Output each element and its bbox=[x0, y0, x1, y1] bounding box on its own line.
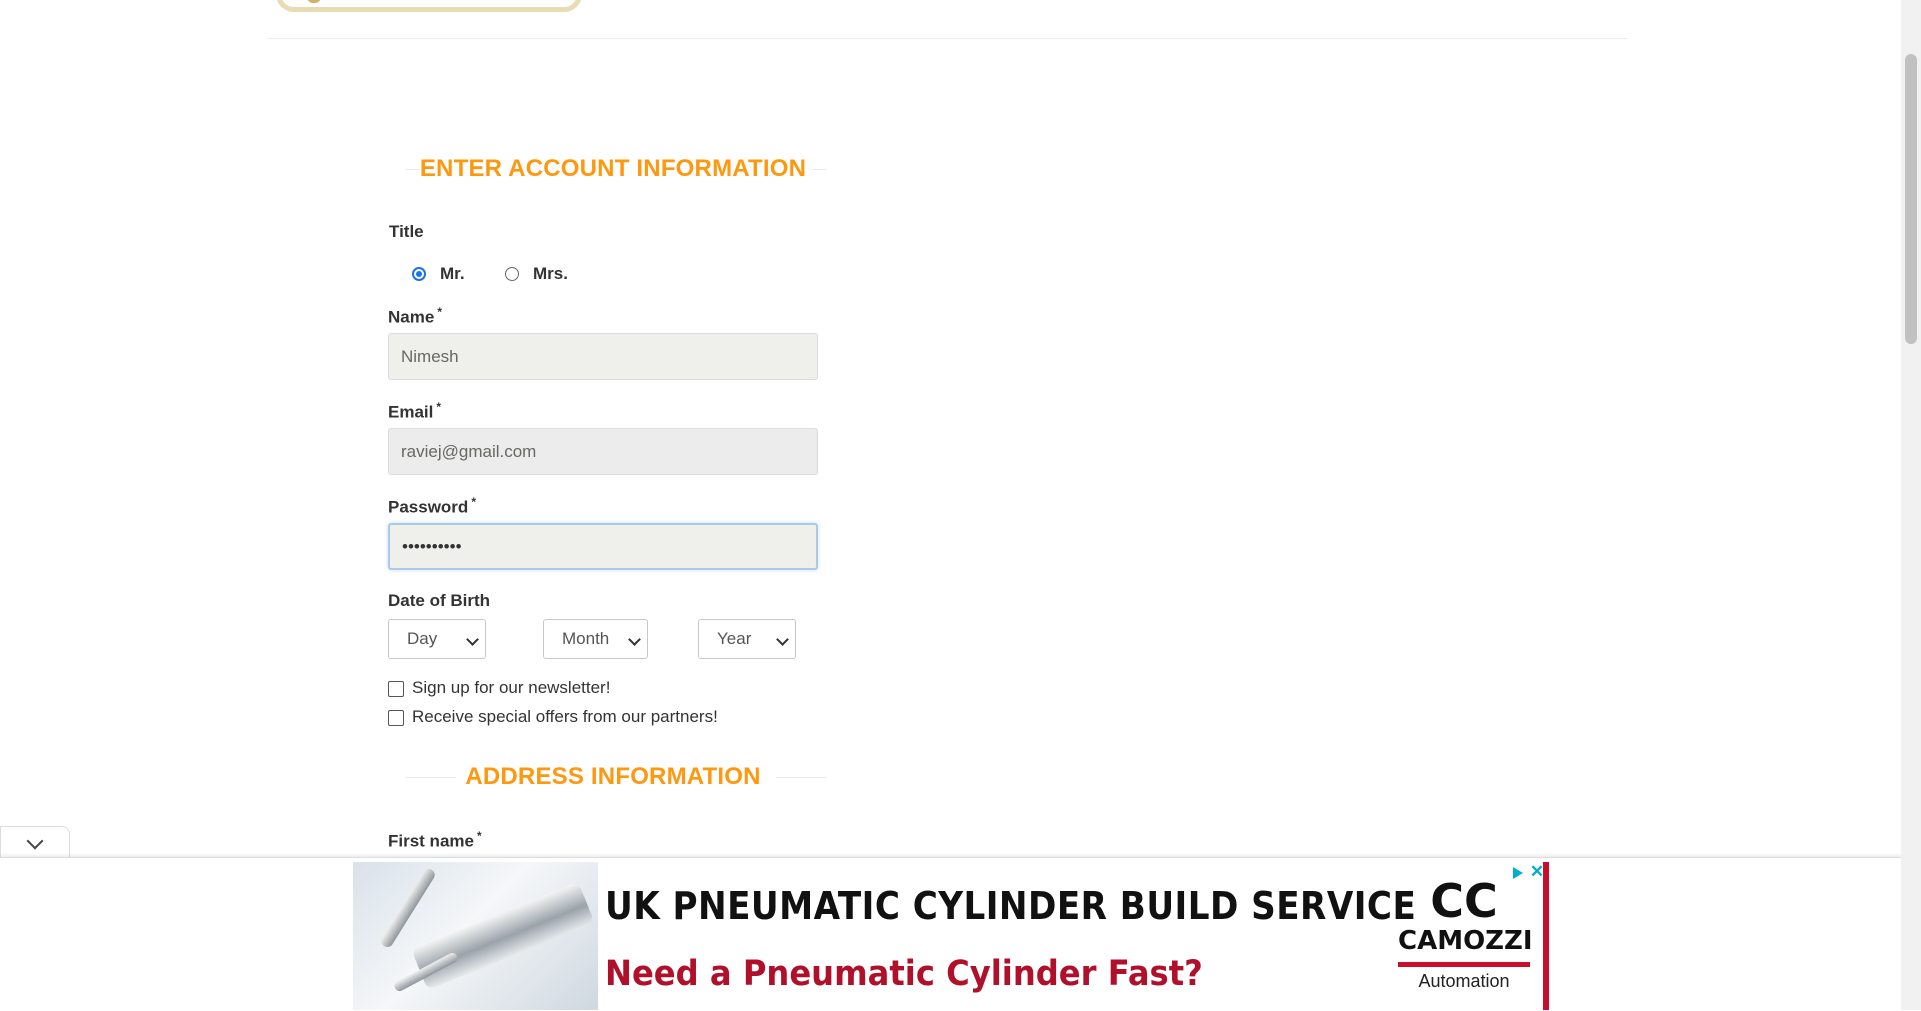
dob-year-select[interactable]: Year bbox=[698, 619, 796, 659]
title-rule-left bbox=[406, 169, 420, 170]
email-input[interactable] bbox=[388, 428, 818, 475]
title-label: Title bbox=[389, 222, 424, 241]
newsletter-label[interactable]: Sign up for our newsletter! bbox=[412, 678, 610, 698]
close-icon[interactable]: ✕ bbox=[1529, 863, 1543, 880]
page: ENTER ACCOUNT INFORMATION Title Mr. Mrs.… bbox=[0, 0, 1901, 1011]
radio-mr-label[interactable]: Mr. bbox=[440, 264, 465, 284]
ad-collapse-toggle[interactable] bbox=[0, 826, 70, 859]
chevron-down-icon bbox=[628, 633, 641, 646]
dob-label: Date of Birth bbox=[388, 591, 490, 610]
account-section-title: ENTER ACCOUNT INFORMATION bbox=[406, 155, 826, 183]
dob-month-select[interactable]: Month bbox=[543, 619, 648, 659]
chevron-down-icon bbox=[466, 633, 479, 646]
cylinder-image bbox=[353, 862, 598, 1010]
radio-mrs-label[interactable]: Mrs. bbox=[533, 264, 568, 284]
email-label: Email * bbox=[388, 400, 442, 422]
ad-banner[interactable]: UK PNEUMATIC CYLINDER BUILD SERVICE Need… bbox=[353, 862, 1549, 1010]
chevron-down-icon bbox=[26, 832, 44, 850]
first-name-label: First name * bbox=[388, 829, 482, 851]
name-label: Name * bbox=[388, 305, 442, 327]
offers-checkbox[interactable] bbox=[388, 710, 404, 726]
logo-accent bbox=[307, 0, 321, 3]
radio-mrs[interactable] bbox=[505, 267, 519, 281]
scrollbar-thumb[interactable] bbox=[1905, 54, 1917, 344]
password-label: Password * bbox=[388, 495, 476, 517]
password-input[interactable] bbox=[388, 523, 818, 570]
adchoices-icon[interactable] bbox=[1510, 866, 1524, 880]
name-input[interactable] bbox=[388, 333, 818, 380]
dob-day-select[interactable]: Day bbox=[388, 619, 486, 659]
title-rule-left bbox=[406, 777, 456, 778]
chevron-down-icon bbox=[776, 633, 789, 646]
radio-mr[interactable] bbox=[412, 267, 426, 281]
newsletter-checkbox[interactable] bbox=[388, 681, 404, 697]
address-section-title: ADDRESS INFORMATION bbox=[406, 763, 826, 791]
ad-subline: Need a Pneumatic Cylinder Fast? bbox=[605, 954, 1203, 994]
title-rule-right bbox=[776, 777, 826, 778]
ad-headline: UK PNEUMATIC CYLINDER BUILD SERVICE bbox=[605, 884, 1417, 928]
vertical-scrollbar[interactable] bbox=[1901, 0, 1921, 1010]
site-logo[interactable] bbox=[276, 0, 582, 12]
title-rule-right bbox=[812, 169, 826, 170]
offers-label[interactable]: Receive special offers from our partners… bbox=[412, 707, 718, 727]
camozzi-logo: CC CAMOZZI Automation bbox=[1398, 874, 1533, 991]
header-divider bbox=[267, 38, 1627, 39]
